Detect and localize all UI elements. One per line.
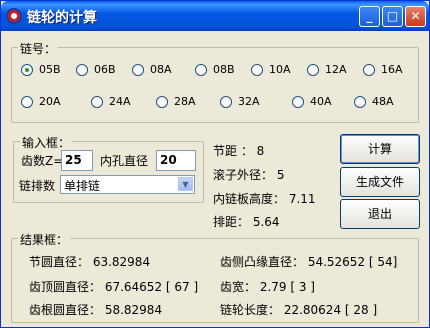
radio-dot — [76, 63, 88, 76]
root-diameter-result: 齿根圆直径： 58.82984 — [29, 303, 163, 317]
radio-label: 08B — [213, 63, 235, 76]
radio-label: 10A — [269, 63, 291, 76]
radio-08A[interactable]: 08A — [132, 63, 172, 76]
radio-10A[interactable]: 10A — [251, 63, 291, 76]
teeth-input[interactable]: 25 — [61, 150, 93, 171]
chain-length-result: 链轮长度： 22.80624 [ 28 ] — [220, 303, 378, 317]
radio-dot — [156, 95, 168, 108]
radio-dot — [220, 95, 232, 108]
roller-diameter-value: 滚子外径： 5 — [213, 168, 285, 182]
side-flange-diameter-result: 齿侧凸缘直径： 54.52652 [ 54] — [220, 255, 398, 269]
window-title: 链轮的计算 — [27, 10, 97, 26]
radio-dot — [307, 63, 319, 76]
radio-dot — [292, 95, 304, 108]
radio-dot — [91, 95, 103, 108]
rows-select-value: 单排链 — [64, 179, 101, 193]
chevron-down-icon[interactable]: ▼ — [178, 177, 193, 191]
results-group-label: 结果框： — [18, 231, 71, 248]
radio-24A[interactable]: 24A — [91, 95, 131, 108]
tip-diameter-result: 齿顶圆直径： 67.64652 [ 67 ] — [29, 280, 199, 294]
radio-label: 16A — [381, 63, 403, 76]
radio-dot — [354, 95, 366, 108]
radio-40A[interactable]: 40A — [292, 95, 332, 108]
radio-06B[interactable]: 06B — [76, 63, 116, 76]
rows-select[interactable]: 单排链 ▼ — [60, 175, 195, 194]
radio-label: 12A — [325, 63, 347, 76]
radio-label: 28A — [174, 95, 196, 108]
minimize-button[interactable]: _ — [359, 6, 380, 27]
radio-label: 08A — [150, 63, 172, 76]
radio-label: 48A — [372, 95, 394, 108]
radio-05B[interactable]: 05B — [21, 63, 61, 76]
radio-12A[interactable]: 12A — [307, 63, 347, 76]
radio-20A[interactable]: 20A — [21, 95, 61, 108]
bore-input[interactable]: 20 — [156, 150, 196, 171]
radio-08B[interactable]: 08B — [195, 63, 235, 76]
chain-no-group: 链号： — [11, 40, 419, 123]
maximize-button[interactable]: □ — [382, 6, 403, 27]
bore-label: 内孔直径 — [100, 154, 149, 168]
app-icon — [6, 8, 22, 24]
title-bar[interactable]: 链轮的计算 _ □ ✕ — [1, 1, 429, 31]
radio-label: 32A — [238, 95, 260, 108]
radio-label: 06B — [94, 63, 116, 76]
radio-label: 20A — [39, 95, 61, 108]
radio-dot — [132, 63, 144, 76]
calculate-button[interactable]: 计算 — [340, 134, 420, 164]
tooth-width-result: 齿宽： 2.79 [ 3 ] — [220, 280, 315, 294]
radio-32A[interactable]: 32A — [220, 95, 260, 108]
radio-dot — [21, 95, 33, 108]
radio-label: 05B — [39, 63, 61, 76]
plate-height-value: 内链板高度： 7.11 — [213, 192, 316, 206]
teeth-label: 齿数Z= — [21, 154, 64, 168]
radio-dot — [21, 63, 33, 76]
input-group-label: 输入框： — [20, 134, 73, 151]
radio-16A[interactable]: 16A — [363, 63, 403, 76]
rows-label: 链排数 — [19, 179, 56, 193]
radio-28A[interactable]: 28A — [156, 95, 196, 108]
pitch-diameter-result: 节圆直径： 63.82984 — [29, 255, 151, 269]
radio-label: 40A — [310, 95, 332, 108]
radio-dot — [251, 63, 263, 76]
chain-no-group-label: 链号： — [18, 40, 59, 57]
generate-file-button[interactable]: 生成文件 — [340, 167, 420, 197]
radio-48A[interactable]: 48A — [354, 95, 394, 108]
close-button[interactable]: ✕ — [405, 6, 426, 27]
row-pitch-value: 排距： 5.64 — [213, 215, 280, 229]
radio-label: 24A — [109, 95, 131, 108]
radio-dot — [363, 63, 375, 76]
pitch-value: 节距 ： 8 — [213, 144, 265, 158]
radio-dot — [195, 63, 207, 76]
main-window: 链轮的计算 _ □ ✕ 链号： 05B 06B 08A 08B 10A 12A … — [0, 0, 430, 328]
exit-button[interactable]: 退出 — [340, 199, 420, 229]
